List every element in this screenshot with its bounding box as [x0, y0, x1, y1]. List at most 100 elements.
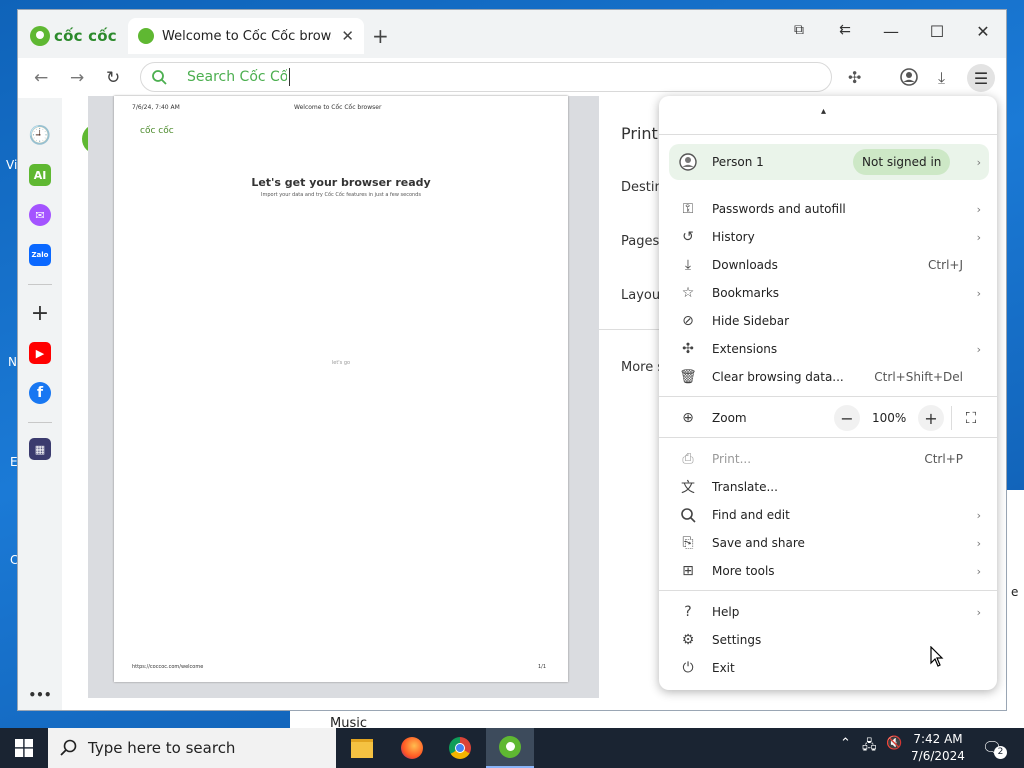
sidebar: 🕘 AI ✉ Zalo + ▶ f ▦ •••	[18, 98, 62, 710]
maximize-button[interactable]: ☐	[922, 22, 952, 41]
new-tab-button[interactable]: +	[372, 24, 389, 48]
more-settings-label[interactable]: More s	[621, 360, 664, 375]
menu-item-bookmarks[interactable]: ☆ Bookmarks ›	[659, 279, 997, 307]
notification-center-button[interactable]: 🗨 2	[982, 738, 1007, 759]
extensions-puzzle-icon[interactable]: ✣	[848, 68, 861, 87]
profile-icon[interactable]	[900, 68, 918, 86]
fullscreen-icon[interactable]: ⛶	[958, 405, 984, 431]
sidebar-more-icon[interactable]: •••	[29, 684, 52, 706]
tab-search-icon[interactable]: ⇇	[830, 22, 860, 38]
taskbar-file-explorer[interactable]	[338, 728, 386, 768]
messenger-icon[interactable]: ✉	[29, 204, 51, 226]
menu-item-label: More tools	[712, 564, 775, 578]
desktop-icon-label[interactable]: N	[8, 355, 17, 369]
zoom-label: Zoom	[712, 411, 747, 425]
clock-date: 7/6/2024	[911, 749, 965, 763]
zalo-icon[interactable]: Zalo	[29, 244, 51, 266]
search-icon	[681, 508, 696, 523]
game-app-icon[interactable]: ▦	[29, 438, 51, 460]
menu-item-history[interactable]: ↺ History ›	[659, 223, 997, 251]
main-menu: ▴ Person 1 Not signed in › ⚿ Passwords a…	[659, 96, 997, 690]
ai-assistant-icon[interactable]: AI	[29, 164, 51, 186]
menu-shortcut: Ctrl+J	[928, 258, 963, 272]
volume-muted-icon[interactable]: 🔇	[886, 736, 902, 751]
preview-footer-url: https://coccoc.com/welcome	[132, 664, 204, 670]
close-button[interactable]: ✕	[968, 22, 998, 41]
menu-item-label: Downloads	[712, 258, 778, 272]
menu-item-extensions[interactable]: ✣ Extensions ›	[659, 335, 997, 363]
menu-item-label: Help	[712, 605, 740, 619]
menu-item-clear-browsing-data[interactable]: 🗑 Clear browsing data... Ctrl+Shift+Del	[659, 363, 997, 391]
youtube-icon[interactable]: ▶	[29, 342, 51, 364]
facebook-icon[interactable]: f	[29, 382, 51, 404]
menu-collapse-icon[interactable]: ▴	[821, 106, 826, 117]
menu-item-more-tools[interactable]: ⊞ More tools ›	[659, 557, 997, 585]
mouse-cursor-icon	[930, 646, 944, 667]
sign-in-status-badge[interactable]: Not signed in	[853, 149, 951, 175]
taskbar-search-placeholder: Type here to search	[88, 739, 236, 757]
help-icon: ?	[684, 604, 692, 620]
print-preview-page: 7/6/24, 7:40 AM Welcome to Cốc Cốc brows…	[114, 96, 568, 682]
key-icon: ⚿	[682, 201, 694, 217]
menu-item-translate[interactable]: 文 Translate...	[659, 473, 997, 501]
coccoc-logo[interactable]: cốc cốc	[30, 24, 126, 48]
zoom-divider	[951, 406, 952, 430]
history-clock-icon[interactable]: 🕘	[29, 124, 51, 146]
star-icon: ☆	[681, 285, 695, 301]
network-icon[interactable]: 🖧	[862, 736, 877, 758]
taskbar-clock[interactable]: 7:42 AM 7/6/2024	[906, 731, 970, 765]
chevron-right-icon: ›	[976, 508, 981, 522]
menu-item-passwords[interactable]: ⚿ Passwords and autofill ›	[659, 195, 997, 223]
zoom-in-button[interactable]: +	[918, 405, 944, 431]
menu-item-label: Clear browsing data...	[712, 370, 844, 384]
menu-item-settings[interactable]: ⚙ Settings	[659, 626, 997, 654]
zoom-out-button[interactable]: −	[834, 405, 860, 431]
preview-center-text: let's go	[331, 360, 351, 366]
menu-shortcut: Ctrl+P	[924, 452, 963, 466]
desktop-icon-label[interactable]: E	[10, 455, 18, 469]
file-explorer-edge: e	[1006, 490, 1024, 700]
menu-item-exit[interactable]: ⏻ Exit	[659, 654, 997, 682]
menu-item-save-and-share[interactable]: ⎘ Save and share ›	[659, 529, 997, 557]
menu-item-find-and-edit[interactable]: Find and edit ›	[659, 501, 997, 529]
taskbar-chrome[interactable]	[436, 728, 484, 768]
tab-welcome[interactable]: Welcome to Cốc Cốc browse ✕	[128, 18, 364, 54]
main-menu-button[interactable]: ☰	[967, 64, 995, 92]
power-icon: ⏻	[682, 660, 694, 676]
logo-text: cốc cốc	[54, 27, 117, 45]
hamburger-icon: ☰	[973, 68, 989, 88]
chrome-icon	[449, 737, 471, 759]
puzzle-icon: ✣	[682, 341, 694, 357]
back-icon[interactable]: ←	[34, 68, 48, 88]
menu-item-label: Save and share	[712, 536, 805, 550]
zoom-value: 100%	[872, 411, 907, 425]
chevron-right-icon: ›	[976, 230, 981, 244]
menu-item-person[interactable]: Person 1 Not signed in ›	[669, 144, 989, 180]
downloads-icon[interactable]: ⤓	[938, 68, 945, 88]
cast-icon[interactable]: ⧉	[784, 22, 814, 38]
desktop-icon-label[interactable]: Vi	[6, 158, 17, 172]
tab-close-icon[interactable]: ✕	[341, 27, 354, 45]
taskbar-firefox[interactable]	[388, 728, 436, 768]
menu-item-label: Print...	[712, 452, 752, 466]
hide-sidebar-icon: ⊘	[682, 313, 694, 329]
menu-item-hide-sidebar[interactable]: ⊘ Hide Sidebar	[659, 307, 997, 335]
start-button[interactable]	[0, 728, 48, 768]
address-bar[interactable]	[140, 62, 832, 92]
trash-icon: 🗑	[679, 369, 697, 385]
preview-heading: Let's get your browser ready	[251, 176, 431, 189]
forward-icon[interactable]: →	[70, 68, 84, 88]
menu-item-downloads[interactable]: ⤓ Downloads Ctrl+J	[659, 251, 997, 279]
taskbar-coccoc[interactable]	[486, 728, 534, 768]
menu-item-print[interactable]: ⎙ Print... Ctrl+P	[659, 445, 997, 473]
menu-separator	[659, 590, 997, 591]
person-avatar-icon	[679, 153, 697, 171]
menu-item-help[interactable]: ? Help ›	[659, 598, 997, 626]
explorer-fragment: e	[1011, 585, 1019, 599]
show-hidden-icons-icon[interactable]: ⌃	[840, 736, 851, 751]
taskbar-search[interactable]: Type here to search	[48, 728, 336, 768]
add-sidebar-app-icon[interactable]: +	[29, 301, 51, 326]
search-input[interactable]	[185, 68, 289, 86]
minimize-button[interactable]: —	[876, 22, 906, 41]
reload-icon[interactable]: ↻	[106, 68, 120, 88]
